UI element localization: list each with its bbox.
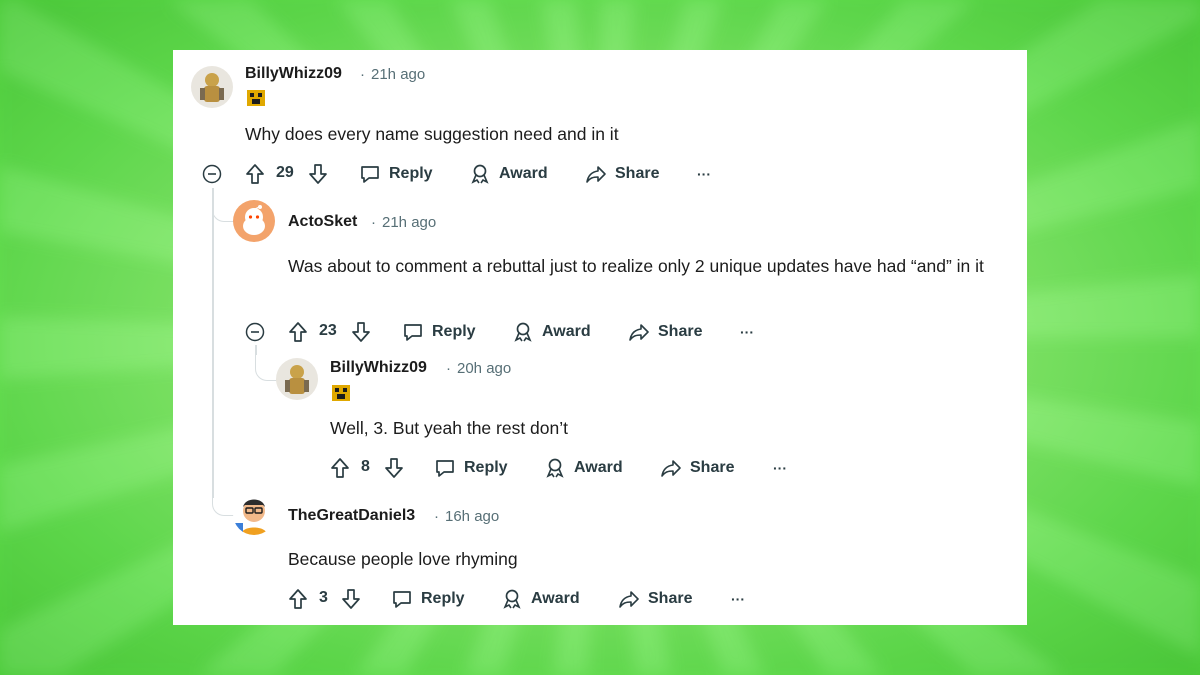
more-options-button[interactable]: ··· <box>731 585 745 613</box>
more-label: ··· <box>740 324 754 340</box>
reply-label: Reply <box>389 165 433 182</box>
comment-text: Well, 3. But yeah the rest don’t <box>330 418 569 438</box>
collapse-icon[interactable] <box>202 164 222 184</box>
share-label: Share <box>690 459 735 476</box>
username[interactable]: TheGreatDaniel3 <box>288 507 415 525</box>
downvote-button[interactable] <box>384 454 404 482</box>
reply-icon <box>436 460 454 477</box>
award-label: Award <box>574 459 623 476</box>
flair-icon <box>247 90 265 106</box>
vote-count: 8 <box>361 458 370 475</box>
vote-count: 23 <box>319 322 337 339</box>
upvote-button[interactable] <box>245 160 265 188</box>
reply-icon <box>361 166 379 183</box>
comment-text: Because people love rhyming <box>288 549 518 569</box>
award-label: Award <box>542 323 591 340</box>
share-button[interactable]: Share <box>618 585 692 613</box>
share-button[interactable]: Share <box>585 160 659 188</box>
comment-text: Was about to comment a rebuttal just to … <box>288 256 984 276</box>
downvote-button[interactable] <box>341 585 361 613</box>
reply-label: Reply <box>464 459 508 476</box>
more-label: ··· <box>731 591 745 607</box>
comment-actions: 29 Reply Award Share ··· <box>245 160 765 188</box>
more-options-button[interactable]: ··· <box>697 160 711 188</box>
award-icon <box>471 164 489 184</box>
reply-button[interactable]: Reply <box>434 454 508 482</box>
thread-elbow-4 <box>212 480 234 516</box>
reply-icon <box>404 324 422 341</box>
award-button[interactable]: Award <box>501 585 580 613</box>
reply-label: Reply <box>421 590 465 607</box>
username[interactable]: BillyWhizz09 <box>245 65 342 83</box>
vote-count: 3 <box>319 589 328 606</box>
avatar[interactable] <box>233 493 275 535</box>
comment-actions: 3 Reply Award Share ··· <box>288 585 808 613</box>
more-label: ··· <box>773 460 787 476</box>
share-label: Share <box>648 590 693 607</box>
upvote-icon <box>246 164 264 184</box>
share-button[interactable]: Share <box>660 454 734 482</box>
upvote-button[interactable] <box>330 454 350 482</box>
username[interactable]: ActoSket <box>288 213 357 231</box>
reply-icon <box>393 591 411 608</box>
award-icon <box>514 322 532 342</box>
timestamp: · 20h ago <box>446 360 512 377</box>
reply-label: Reply <box>432 323 476 340</box>
share-icon <box>619 591 639 608</box>
share-icon <box>586 166 606 183</box>
comment-text: Why does every name suggestion need and … <box>245 124 619 144</box>
thread-elbow-1 <box>212 200 234 222</box>
award-icon <box>546 458 564 478</box>
upvote-icon <box>331 458 349 478</box>
award-button[interactable]: Award <box>512 318 591 346</box>
downvote-icon <box>309 164 327 184</box>
downvote-button[interactable] <box>308 160 328 188</box>
reply-button[interactable]: Reply <box>402 318 476 346</box>
more-label: ··· <box>697 166 711 182</box>
avatar[interactable] <box>191 66 233 108</box>
share-label: Share <box>615 165 660 182</box>
share-button[interactable]: Share <box>628 318 702 346</box>
upvote-button[interactable] <box>288 318 308 346</box>
comment-thread-card: BillyWhizz09 · 21h ago Why does every nam… <box>173 50 1027 625</box>
upvote-button[interactable] <box>288 585 308 613</box>
reply-button[interactable]: Reply <box>391 585 465 613</box>
award-icon <box>503 589 521 609</box>
timestamp: · 16h ago <box>434 508 500 525</box>
award-label: Award <box>499 165 548 182</box>
share-icon <box>661 460 681 477</box>
award-button[interactable]: Award <box>544 454 623 482</box>
upvote-icon <box>289 322 307 342</box>
thread-line-main <box>212 188 214 498</box>
award-label: Award <box>531 590 580 607</box>
share-icon <box>629 324 649 341</box>
upvote-icon <box>289 589 307 609</box>
comment-actions: 23 Reply Award Share ··· <box>288 318 808 346</box>
more-options-button[interactable]: ··· <box>773 454 787 482</box>
flair-icon <box>332 385 350 401</box>
timestamp: · 21h ago <box>360 66 426 83</box>
downvote-icon <box>385 458 403 478</box>
collapse-icon[interactable] <box>245 322 265 342</box>
downvote-icon <box>342 589 360 609</box>
award-button[interactable]: Award <box>469 160 548 188</box>
avatar[interactable] <box>276 358 318 400</box>
username[interactable]: BillyWhizz09 <box>330 359 427 377</box>
thread-elbow-3 <box>255 345 277 381</box>
reply-button[interactable]: Reply <box>359 160 433 188</box>
vote-count: 29 <box>276 164 294 181</box>
avatar[interactable] <box>233 200 275 242</box>
timestamp: · 21h ago <box>371 214 437 231</box>
downvote-icon <box>352 322 370 342</box>
share-label: Share <box>658 323 703 340</box>
comment-actions: 8 Reply Award Share ··· <box>330 454 850 482</box>
more-options-button[interactable]: ··· <box>740 318 754 346</box>
downvote-button[interactable] <box>351 318 371 346</box>
